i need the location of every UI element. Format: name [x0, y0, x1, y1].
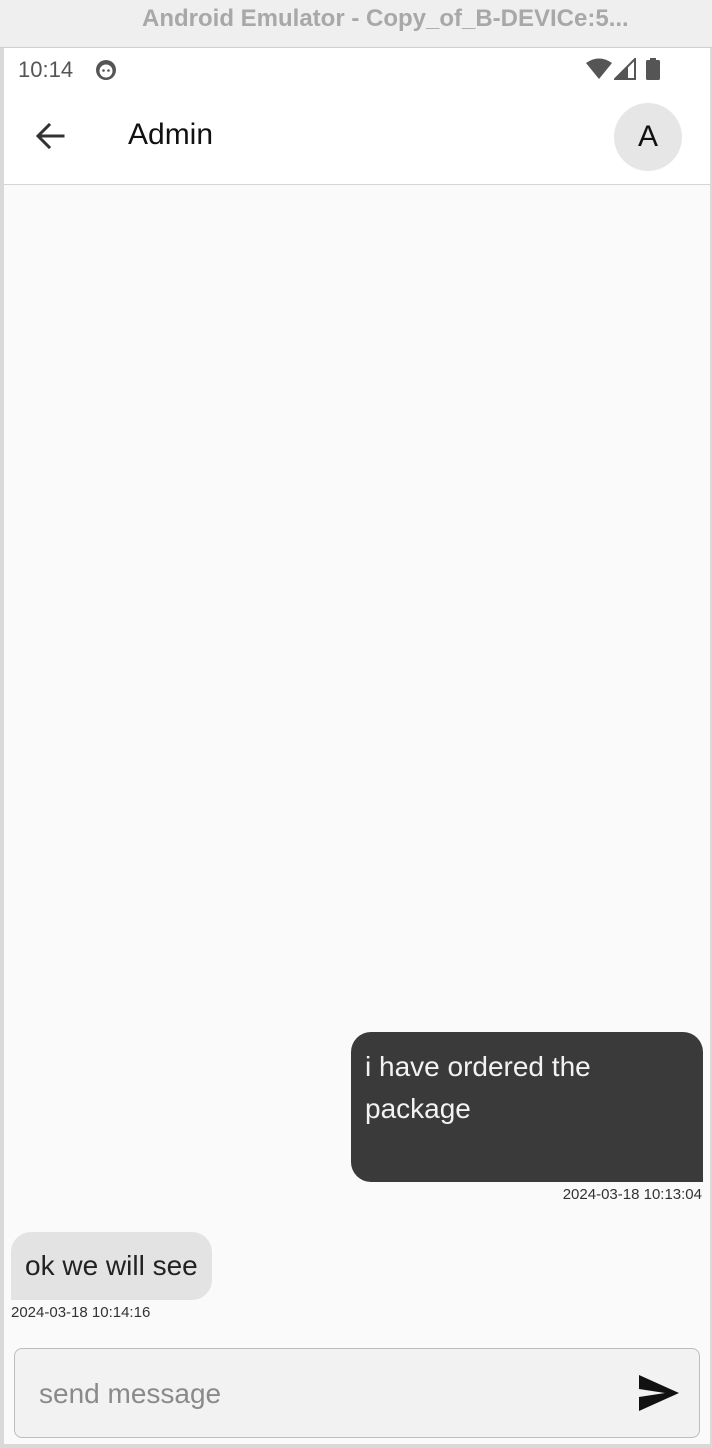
arrow-left-icon [35, 122, 65, 150]
avatar[interactable]: A [614, 103, 682, 171]
message-composer [14, 1348, 700, 1438]
message-list[interactable]: i have ordered the package 2024-03-18 10… [4, 186, 710, 1336]
status-bar: 10:14 [4, 48, 710, 90]
emulator-window-title: Android Emulator - Copy_of_B-DEVICe:5... [142, 5, 629, 32]
status-time: 10:14 [18, 57, 74, 82]
received-message-text: ok we will see [25, 1250, 198, 1281]
battery-icon [646, 58, 660, 85]
send-icon [639, 1375, 679, 1411]
received-message-timestamp: 2024-03-18 10:14:16 [11, 1304, 151, 1321]
sent-message-bubble: i have ordered the package [351, 1032, 703, 1182]
received-message-bubble: ok we will see [11, 1232, 212, 1300]
phone-screen: 10:14 Admin A i have ordered the package… [4, 48, 710, 1444]
signal-icon [612, 56, 636, 85]
send-button[interactable] [637, 1373, 681, 1413]
page-title: Admin [128, 118, 214, 151]
wifi-icon [586, 58, 612, 85]
message-input[interactable] [37, 1369, 621, 1419]
sent-message-timestamp: 2024-03-18 10:13:04 [562, 1186, 702, 1203]
notification-face-icon [94, 58, 118, 87]
sent-message-text: i have ordered the package [365, 1051, 591, 1124]
app-bar: Admin A [4, 90, 710, 185]
emulator-title-bar: Android Emulator - Copy_of_B-DEVICe:5... [0, 0, 712, 48]
back-button[interactable] [30, 116, 70, 156]
avatar-letter: A [637, 120, 658, 153]
